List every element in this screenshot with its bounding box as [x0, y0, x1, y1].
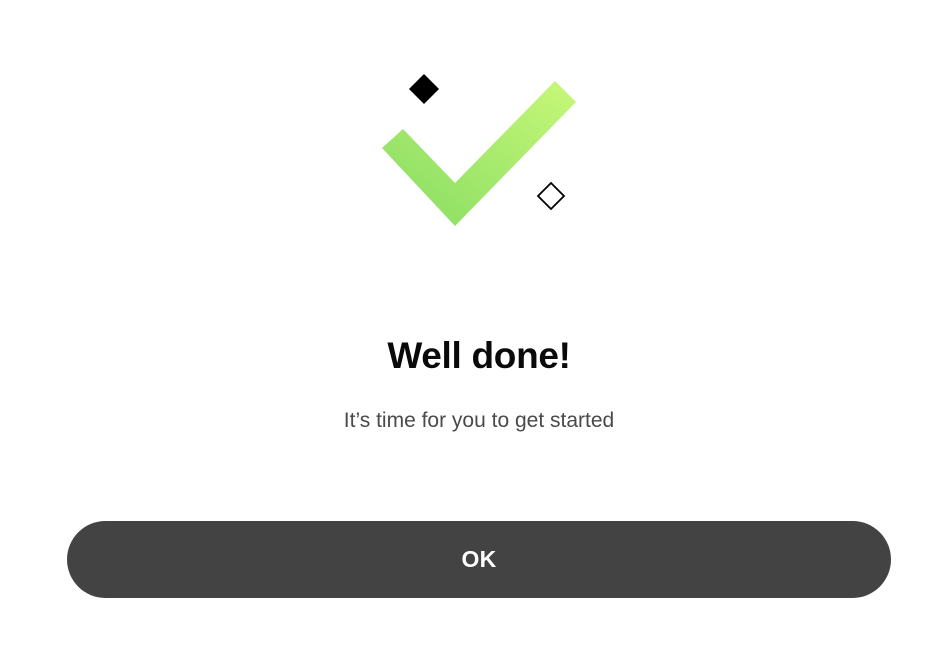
filled-diamond-icon	[409, 74, 439, 104]
success-title: Well done!	[387, 335, 571, 376]
success-screen: Well done! It’s time for you to get star…	[0, 0, 950, 663]
ok-button[interactable]: OK	[67, 521, 891, 598]
success-subtitle: It’s time for you to get started	[343, 409, 615, 432]
outline-diamond-icon	[536, 181, 566, 211]
success-illustration	[382, 74, 576, 226]
